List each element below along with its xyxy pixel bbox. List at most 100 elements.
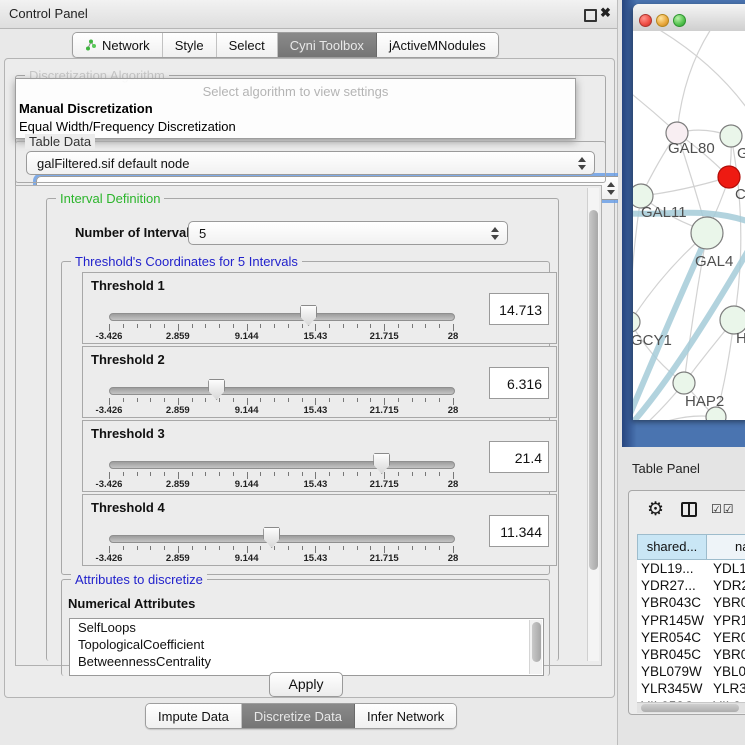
checkbox-filter-icons[interactable]: ☑☑ xyxy=(711,502,735,516)
network-edge xyxy=(641,177,729,196)
slider-scale-labels: -3.4262.8599.14415.4321.71528 xyxy=(109,479,453,490)
slider-thumb[interactable] xyxy=(300,305,317,326)
control-panel-tabs: Network Style Select Cyni Toolbox jActiveMNo… xyxy=(72,32,499,58)
cell-name: YBR0 xyxy=(713,595,745,610)
apply-button[interactable]: Apply xyxy=(269,672,343,697)
cell-shared-name: YBR045C xyxy=(641,647,701,662)
slider-scale-labels: -3.4262.8599.14415.4321.71528 xyxy=(109,405,453,416)
network-edge xyxy=(633,416,716,420)
network-node-gcy1[interactable] xyxy=(633,312,640,332)
tab-discretize-data[interactable]: Discretize Data xyxy=(242,704,355,728)
slider-track[interactable] xyxy=(109,535,455,543)
network-edge xyxy=(633,233,707,322)
combo-arrows-icon xyxy=(578,155,585,173)
number-of-intervals-value: 5 xyxy=(199,226,206,241)
network-edge xyxy=(731,136,741,320)
numerical-attributes-list[interactable]: SelfLoopsTopologicalCoefficientBetweenne… xyxy=(69,618,544,676)
combo-arrows-icon xyxy=(607,180,614,198)
slider-track[interactable] xyxy=(109,461,455,469)
network-icon xyxy=(85,39,97,51)
network-node-label: GCY1 xyxy=(633,332,672,349)
network-node-gal4[interactable] xyxy=(691,217,723,249)
tab-select[interactable]: Select xyxy=(217,33,278,57)
tab-infer-network[interactable]: Infer Network xyxy=(355,704,456,728)
float-window-icon[interactable] xyxy=(584,9,597,22)
network-canvas[interactable]: GAL80GACGAL11GAL4GCY1HHAP2 xyxy=(633,31,745,420)
tab-label: Select xyxy=(229,38,265,53)
network-node-label: GA xyxy=(737,145,745,162)
network-graph: GAL80GACGAL11GAL4GCY1HHAP2 xyxy=(633,31,745,420)
network-view-window: GAL80GACGAL11GAL4GCY1HHAP2 xyxy=(633,4,745,420)
columns-icon[interactable] xyxy=(681,502,697,517)
minimize-traffic-light-icon[interactable] xyxy=(656,14,669,27)
tab-network[interactable]: Network xyxy=(73,33,163,57)
network-edge xyxy=(677,31,713,133)
right-region: GAL80GACGAL11GAL4GCY1HHAP2 Table Panel ⚙… xyxy=(618,0,745,745)
network-node-label: GAL11 xyxy=(641,204,687,221)
slider-thumb[interactable] xyxy=(263,527,280,548)
algorithm-dropdown-popup: Select algorithm to view settings Manual… xyxy=(15,78,576,139)
attribute-item[interactable]: SelfLoops xyxy=(70,619,543,636)
cell-shared-name: YBL079W xyxy=(641,664,702,679)
attributes-list-scrollbar[interactable] xyxy=(529,620,542,674)
cell-name: YDL1 xyxy=(713,561,745,576)
column-header-shared-name[interactable]: shared... xyxy=(637,534,707,560)
table-row[interactable]: YBL079WYBL0 xyxy=(637,663,745,680)
tab-style[interactable]: Style xyxy=(163,33,217,57)
network-node-c[interactable] xyxy=(718,166,740,188)
cell-shared-name: YPR145W xyxy=(641,613,704,628)
table-row[interactable]: YDL19...YDL1 xyxy=(637,560,745,577)
network-node-label: GAL4 xyxy=(695,253,733,270)
slider-scale-labels: -3.4262.8599.14415.4321.71528 xyxy=(109,331,453,342)
algorithm-option-equal-width[interactable]: Equal Width/Frequency Discretization xyxy=(19,119,236,134)
cell-shared-name: YLR345W xyxy=(641,681,703,696)
attributes-group-label: Attributes to discretize xyxy=(71,572,207,587)
table-hscrollbar[interactable] xyxy=(637,702,745,713)
cell-shared-name: YBR043C xyxy=(641,595,701,610)
table-row[interactable]: YLR345W YLR3 xyxy=(637,680,745,697)
network-node-ga[interactable] xyxy=(720,125,742,147)
tab-impute-data[interactable]: Impute Data xyxy=(146,704,242,728)
table-row[interactable]: YDR27...YDR2 xyxy=(637,577,745,594)
table-row[interactable]: YBR045CYBR0 xyxy=(637,646,745,663)
threshold-value-field[interactable]: 21.4 xyxy=(489,441,549,473)
interval-definition-group: Interval Definition Number of Intervals … xyxy=(46,198,559,661)
close-icon[interactable]: ✖ xyxy=(600,5,611,21)
threshold-label: Threshold 3 xyxy=(91,426,165,441)
threshold-label: Threshold 4 xyxy=(91,500,165,515)
slider-track[interactable] xyxy=(109,313,455,321)
table-row[interactable]: YPR145WYPR1 xyxy=(637,612,745,629)
settings-scroll-area: Interval Definition Number of Intervals … xyxy=(15,185,602,666)
threshold-value-field[interactable]: 6.316 xyxy=(489,367,549,399)
number-of-intervals-combo[interactable]: 5 xyxy=(188,221,508,245)
control-panel-window: Control Panel ✖ NetworkStyleSelectCyni T… xyxy=(0,0,618,745)
slider-track[interactable] xyxy=(109,387,455,395)
algorithm-option-manual[interactable]: Manual Discretization xyxy=(19,101,153,116)
table-data-combo[interactable]: galFiltered.sif default node xyxy=(26,151,595,175)
network-node-hap2[interactable] xyxy=(673,372,695,394)
slider-thumb[interactable] xyxy=(208,379,225,400)
table-row[interactable]: YBR043C YBR0 xyxy=(637,594,745,611)
tab-label: jActiveMNodules xyxy=(389,38,486,53)
settings-scrollbar[interactable] xyxy=(587,188,599,661)
cell-name: YLR3 xyxy=(713,681,745,696)
algorithm-hint: Select algorithm to view settings xyxy=(16,84,575,99)
table-row[interactable]: YER054CYER0 xyxy=(637,629,745,646)
attribute-item[interactable]: TopologicalCoefficient xyxy=(70,636,543,653)
slider-thumb[interactable] xyxy=(373,453,390,474)
gear-icon[interactable]: ⚙ xyxy=(647,498,664,521)
tab-jactivemnodules[interactable]: jActiveMNodules xyxy=(377,33,498,57)
close-traffic-light-icon[interactable] xyxy=(639,14,652,27)
table-panel-title: Table Panel xyxy=(632,461,700,476)
slider-scale-labels: -3.4262.8599.14415.4321.71528 xyxy=(109,553,453,564)
tab-label: Style xyxy=(175,38,204,53)
cell-name: YER0 xyxy=(713,630,745,645)
zoom-traffic-light-icon[interactable] xyxy=(673,14,686,27)
threshold-value-field[interactable]: 14.713 xyxy=(489,293,549,325)
threshold-panel-4: Threshold 4 -3.4262.8599.14415.4321.71528… xyxy=(82,494,557,566)
tab-cyni-toolbox[interactable]: Cyni Toolbox xyxy=(278,33,377,57)
column-header-name[interactable]: na xyxy=(707,534,745,560)
table-data-value: galFiltered.sif default node xyxy=(37,156,189,171)
attribute-item[interactable]: BetweennessCentrality xyxy=(70,653,543,670)
threshold-value-field[interactable]: 11.344 xyxy=(489,515,549,547)
